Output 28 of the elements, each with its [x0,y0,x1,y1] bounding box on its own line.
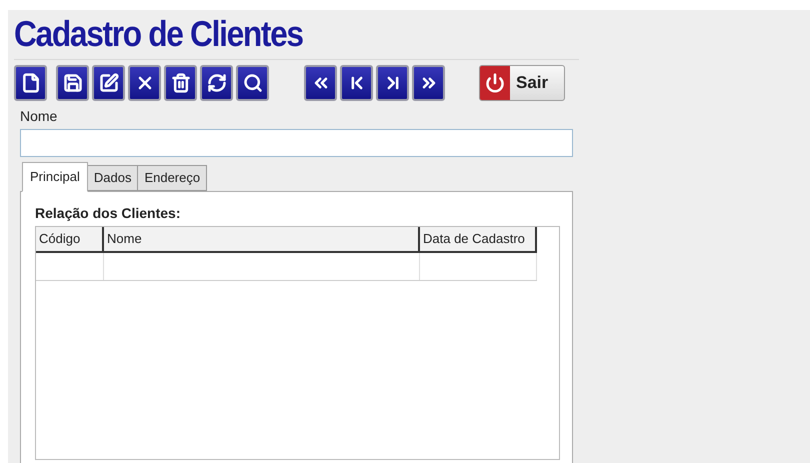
name-input-field[interactable] [20,129,573,157]
previous-record-button[interactable] [340,64,373,100]
exit-button[interactable]: Sair [479,64,565,100]
edit-button[interactable] [92,64,125,100]
power-icon [485,72,505,92]
search-button[interactable] [236,64,269,100]
column-header[interactable]: Nome [104,227,420,251]
new-button[interactable] [14,64,47,100]
pencil-square-icon [98,72,118,92]
first-record-button[interactable] [304,64,337,100]
tab[interactable]: Endereço [137,165,208,191]
column-header[interactable]: Data de Cadastro [420,227,537,251]
column-header[interactable]: Código [36,227,104,251]
last-record-button[interactable] [412,64,445,100]
refresh-icon [206,72,226,92]
page-title: Cadastro de Clientes [14,12,303,56]
trash-icon [170,72,190,92]
tab[interactable]: Principal [22,162,88,192]
tab[interactable]: Dados [86,165,138,191]
delete-button[interactable] [128,64,161,100]
search-icon [242,72,262,92]
field-label: Nome [20,107,58,126]
refresh-button[interactable] [200,64,233,100]
next-record-button[interactable] [376,64,409,100]
trash-button[interactable] [164,64,197,100]
save-button[interactable] [56,64,89,100]
document-icon [20,72,40,92]
section-heading: Relação dos Clientes: [35,204,180,223]
